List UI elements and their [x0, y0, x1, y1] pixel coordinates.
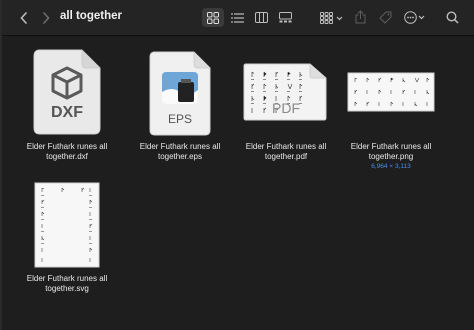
eps-file-icon: EPS [124, 44, 236, 136]
file-item-pdf[interactable]: PDF Elder Futhark runes all together.pdf [230, 44, 342, 162]
image-dimensions: 6,964 × 3,113 [371, 163, 411, 170]
file-name: Elder Futhark runes all together.svg [26, 274, 108, 293]
column-view-icon [254, 12, 268, 23]
png-file-thumbnail [335, 44, 447, 136]
chevron-down-icon [418, 15, 425, 20]
icon-view-icon [207, 11, 219, 24]
chevron-left-icon [20, 12, 27, 24]
file-name: Elder Futhark runes all together.pdf [245, 142, 327, 161]
more-icon [404, 11, 425, 24]
file-type-label: PDF [272, 100, 300, 116]
file-item-png[interactable]: Elder Futhark runes all together.png 6,9… [335, 44, 447, 170]
list-view-icon [230, 12, 244, 23]
file-type-label: EPS [167, 112, 192, 126]
svg-file-thumbnail [11, 180, 123, 268]
forward-button[interactable] [38, 9, 54, 27]
search-icon [445, 11, 459, 24]
share-icon [355, 10, 365, 24]
preview-app-icon [162, 72, 198, 104]
toolbar: all together [2, 0, 474, 36]
file-item-dxf[interactable]: DXF Elder Futhark runes all together.dxf [11, 44, 123, 162]
grid-group-icon [320, 11, 343, 24]
share-button[interactable] [352, 7, 368, 27]
file-type-label: DXF [51, 104, 83, 121]
gallery-view-icon [278, 12, 292, 23]
column-view-button[interactable] [250, 8, 272, 27]
finder-window: all together DXF Elder Futhark runes all… [0, 0, 474, 330]
dxf-file-icon: DXF [11, 44, 123, 136]
back-button[interactable] [16, 9, 32, 27]
tag-icon [378, 11, 391, 24]
file-item-svg[interactable]: Elder Futhark runes all together.svg [11, 180, 123, 294]
window-title: all together [60, 10, 122, 22]
gallery-view-button[interactable] [274, 8, 296, 27]
chevron-down-icon [336, 16, 343, 20]
tag-button[interactable] [376, 7, 394, 27]
pdf-file-thumbnail: PDF [230, 44, 342, 136]
icon-view-button[interactable] [202, 8, 224, 27]
file-item-eps[interactable]: EPS Elder Futhark runes all together.eps [124, 44, 236, 162]
search-button[interactable] [442, 8, 462, 27]
file-name: Elder Futhark runes all together.png [350, 142, 432, 161]
more-actions-button[interactable] [402, 8, 428, 27]
file-name: Elder Futhark runes all together.dxf [26, 142, 108, 161]
list-view-button[interactable] [226, 8, 248, 27]
chevron-right-icon [43, 12, 50, 24]
file-name: Elder Futhark runes all together.eps [139, 142, 221, 161]
group-button[interactable] [318, 8, 346, 27]
